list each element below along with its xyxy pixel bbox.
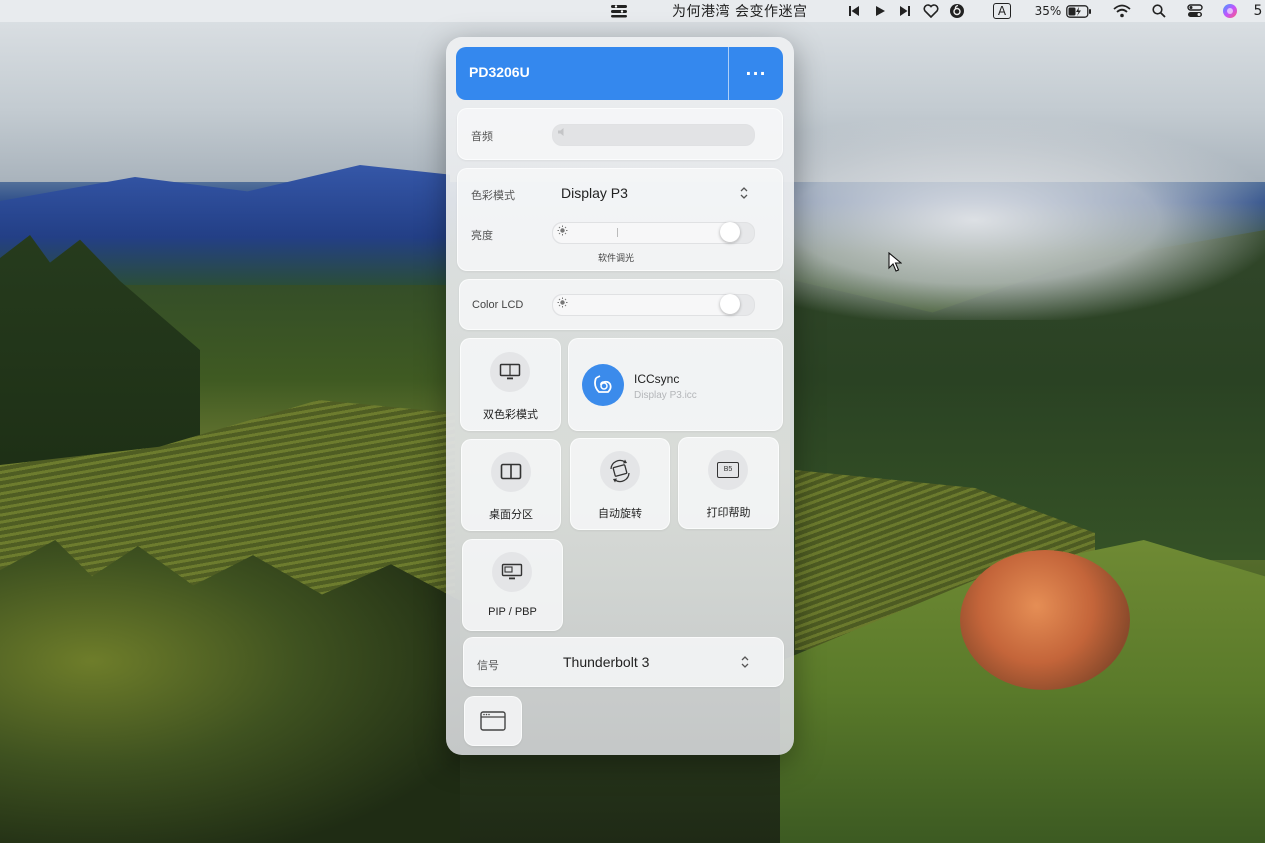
pip-icon xyxy=(492,552,532,592)
dual-color-mode-tile[interactable]: 双色彩模式 xyxy=(460,338,561,431)
b5-badge: B5 xyxy=(717,462,739,478)
brightness-label: 亮度 xyxy=(471,230,493,242)
signal-stepper-icon[interactable] xyxy=(739,655,751,670)
pip-pbp-label: PIP / PBP xyxy=(488,606,537,618)
wallpaper-mountains xyxy=(0,165,450,285)
monitor-name[interactable]: PD3206U xyxy=(469,64,530,80)
color-lcd-card: Color LCD xyxy=(459,279,783,330)
audio-label: 音频 xyxy=(471,131,493,143)
brightness-knob[interactable] xyxy=(720,222,740,242)
battery-percent[interactable]: 35% xyxy=(1033,0,1063,22)
netease-music-icon[interactable] xyxy=(948,0,966,22)
audio-card: 音频 xyxy=(457,108,783,160)
wallpaper-hill xyxy=(780,540,1265,843)
color-lcd-knob[interactable] xyxy=(720,294,740,314)
wallpaper-forest-right xyxy=(790,230,1265,560)
color-mode-label: 色彩模式 xyxy=(471,190,515,202)
software-dimming-caption: 软件调光 xyxy=(598,253,635,263)
auto-rotate-label: 自动旋转 xyxy=(598,507,642,520)
brightness-tick xyxy=(617,228,618,237)
previous-track-icon[interactable] xyxy=(846,0,862,22)
input-source-icon[interactable]: A xyxy=(990,0,1014,22)
search-icon[interactable] xyxy=(1150,0,1168,22)
battery-icon[interactable] xyxy=(1065,0,1093,22)
speaker-icon xyxy=(557,127,567,140)
window-icon xyxy=(480,711,506,735)
wallpaper-forest-left xyxy=(0,235,200,465)
play-icon[interactable] xyxy=(872,0,888,22)
color-lcd-brightness-slider[interactable] xyxy=(552,294,755,316)
control-center-icon[interactable] xyxy=(1185,0,1205,22)
brightness-slider[interactable] xyxy=(552,222,755,244)
wallpaper-autumn-tree xyxy=(960,550,1130,690)
audio-volume-slider[interactable] xyxy=(552,124,755,146)
monitor-icon xyxy=(490,352,530,392)
wallpaper-pines xyxy=(0,540,460,843)
iccsync-profile-name: Display P3.icc xyxy=(634,390,697,401)
window-button[interactable] xyxy=(464,696,522,746)
control-strip-icon[interactable] xyxy=(608,0,630,22)
pip-pbp-tile[interactable]: PIP / PBP xyxy=(462,539,563,631)
now-playing-title[interactable]: 为何港湾 会变作迷宫 xyxy=(672,0,818,22)
next-track-icon[interactable] xyxy=(897,0,913,22)
print-help-tile[interactable]: B5 打印帮助 xyxy=(678,437,779,529)
mouse-cursor-icon xyxy=(888,251,903,276)
brightness-fill xyxy=(553,223,740,243)
clock-partial[interactable]: 5 xyxy=(1252,0,1264,22)
wallpaper-fog xyxy=(780,120,1265,320)
wallpaper-vineyard-left xyxy=(0,400,455,660)
sun-icon xyxy=(557,225,568,239)
rotate-icon xyxy=(600,451,640,491)
display-control-panel: PD3206U ··· 音频 色彩模式 Display P3 亮度 软件调光 C… xyxy=(446,37,794,755)
color-lcd-label: Color LCD xyxy=(472,299,524,311)
auto-rotate-tile[interactable]: 自动旋转 xyxy=(570,438,670,530)
menu-bar: 为何港湾 会变作迷宫 A 35% 5 xyxy=(0,0,1265,22)
color-mode-stepper-icon[interactable] xyxy=(738,186,750,201)
signal-source-value[interactable]: Thunderbolt 3 xyxy=(563,654,649,670)
split-screen-icon xyxy=(491,452,531,492)
print-b5-icon: B5 xyxy=(708,450,748,490)
iccsync-icon xyxy=(582,364,624,406)
heart-icon[interactable] xyxy=(922,0,940,22)
signal-label: 信号 xyxy=(477,660,499,672)
siri-icon[interactable] xyxy=(1220,0,1240,22)
panel-header: PD3206U ··· xyxy=(456,47,783,100)
color-mode-value[interactable]: Display P3 xyxy=(561,185,628,201)
sun-icon xyxy=(557,297,568,311)
signal-card: 信号 Thunderbolt 3 xyxy=(463,637,784,687)
wallpaper-vineyard-right xyxy=(795,470,1095,650)
more-options-button[interactable]: ··· xyxy=(729,47,783,100)
wifi-icon[interactable] xyxy=(1112,0,1132,22)
iccsync-title: ICCsync xyxy=(634,372,680,386)
print-help-label: 打印帮助 xyxy=(706,506,751,519)
color-lcd-fill xyxy=(553,295,740,315)
dual-color-mode-label: 双色彩模式 xyxy=(483,408,538,421)
desktop-split-tile[interactable]: 桌面分区 xyxy=(461,439,561,531)
color-mode-card: 色彩模式 Display P3 亮度 软件调光 xyxy=(457,168,783,271)
desktop-split-label: 桌面分区 xyxy=(489,508,533,521)
iccsync-tile[interactable]: ICCsync Display P3.icc xyxy=(568,338,783,431)
